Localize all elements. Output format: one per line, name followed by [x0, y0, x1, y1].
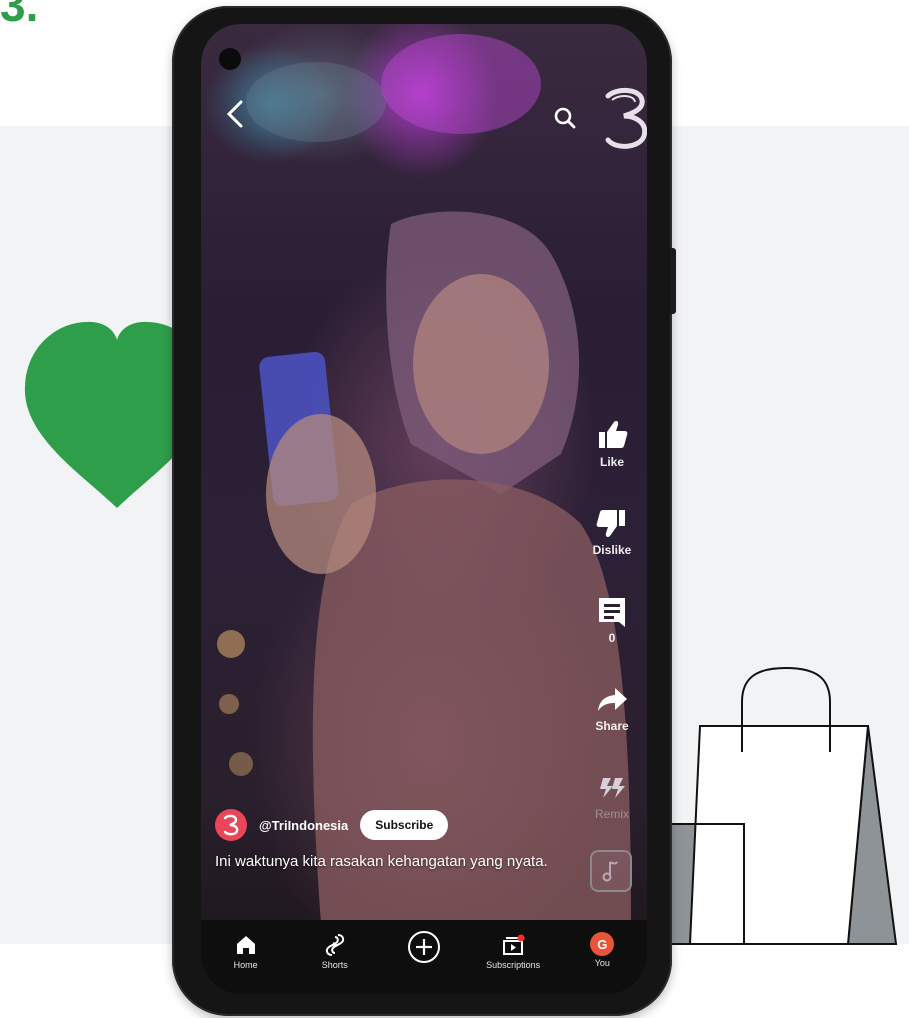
front-camera: [219, 48, 241, 70]
share-label: Share: [595, 719, 629, 733]
back-button[interactable]: [219, 98, 251, 130]
channel-avatar[interactable]: [215, 809, 247, 841]
subscribe-button[interactable]: Subscribe: [360, 810, 449, 840]
nav-subscriptions-label: Subscriptions: [486, 960, 541, 970]
search-button[interactable]: [551, 104, 579, 132]
video-caption[interactable]: Ini waktunya kita rasakan kehangatan yan…: [215, 852, 555, 872]
step-number: 3.: [0, 0, 39, 31]
home-icon: [236, 936, 255, 954]
sound-button[interactable]: [590, 850, 632, 892]
comments-count: 0: [608, 631, 616, 645]
plus-circle-icon: [407, 931, 440, 963]
dislike-label: Dislike: [592, 543, 632, 557]
subscriptions-icon: [503, 934, 525, 955]
bottom-navigation: Home Shorts Subscriptions G You: [201, 920, 647, 994]
nav-shorts-label: Shorts: [321, 960, 348, 970]
shorts-player-screen[interactable]: Like Dislike 0 Share Remix @TriIndonesia…: [201, 24, 647, 994]
arrow-left-icon: [226, 100, 243, 128]
remix-button[interactable]: Remix: [581, 768, 643, 821]
nav-shorts[interactable]: Shorts: [295, 920, 375, 970]
like-button[interactable]: Like: [581, 416, 643, 469]
like-label: Like: [599, 455, 624, 469]
thumbs-down-icon: [596, 510, 625, 537]
channel-row: @TriIndonesia Subscribe: [215, 808, 449, 842]
comment-icon: [599, 598, 625, 627]
music-note-icon: [602, 861, 618, 882]
share-button[interactable]: Share: [581, 680, 643, 733]
tri-logo-icon: [605, 88, 647, 149]
remix-icon: [600, 778, 625, 798]
avatar-icon: G: [590, 932, 615, 956]
share-arrow-icon: [598, 688, 627, 711]
dislike-button[interactable]: Dislike: [581, 504, 643, 557]
tri-logo-icon: [223, 814, 239, 836]
nav-create[interactable]: [384, 920, 464, 964]
shopping-bag-icon: [661, 666, 898, 945]
nav-home-label: Home: [233, 960, 258, 970]
channel-handle[interactable]: @TriIndonesia: [259, 818, 348, 833]
search-icon: [554, 107, 576, 129]
shorts-icon: [325, 934, 344, 956]
remix-label: Remix: [594, 807, 629, 821]
nav-subscriptions[interactable]: Subscriptions: [473, 920, 553, 970]
nav-you[interactable]: G You: [562, 920, 642, 968]
thumbs-up-icon: [599, 421, 628, 448]
nav-you-label: You: [594, 958, 610, 968]
phone-side-button: [670, 248, 676, 314]
comments-button[interactable]: 0: [581, 592, 643, 645]
nav-home[interactable]: Home: [206, 920, 286, 970]
